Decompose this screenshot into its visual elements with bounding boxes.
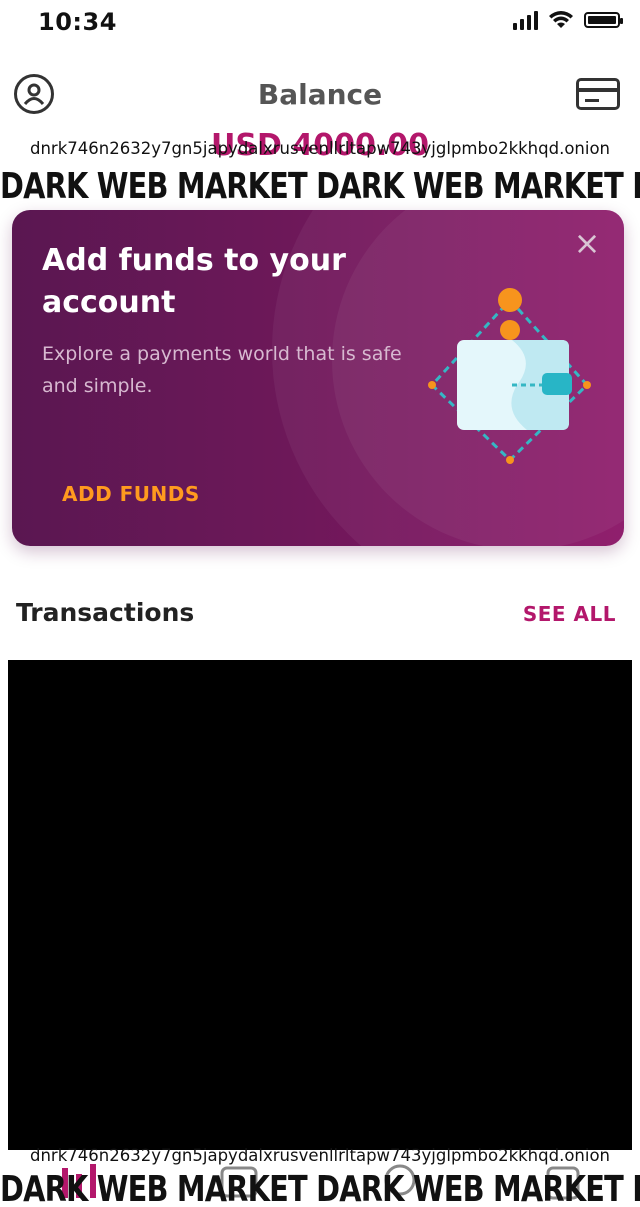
card-icon[interactable] [576, 78, 620, 110]
transactions-title: Transactions [16, 598, 195, 627]
cellular-signal-icon [513, 10, 538, 30]
status-bar: 10:34 [0, 0, 640, 48]
add-funds-card: Add funds to your account Explore a paym… [12, 210, 624, 546]
header: Balance [0, 60, 640, 130]
onion-address-watermark: dnrk746n2632y7gn5japydalxrusvenllrltapw7… [29, 139, 611, 158]
status-time: 10:34 [38, 8, 117, 36]
transactions-list-redacted [8, 660, 632, 1150]
see-all-link[interactable]: SEE ALL [523, 602, 616, 626]
dark-web-banner-watermark: DARK WEB MARKET DARK WEB MARKET DARK [0, 1169, 640, 1207]
wallet-illustration [428, 288, 591, 464]
promo-subtitle: Explore a payments world that is safe an… [42, 343, 402, 397]
wifi-icon [549, 11, 573, 28]
status-icons [513, 10, 623, 30]
promo-title: Add funds to your account [42, 243, 346, 320]
close-icon[interactable]: × [572, 227, 602, 259]
battery-icon [584, 12, 623, 28]
page-title: Balance [257, 78, 383, 111]
onion-address-watermark: dnrk746n2632y7gn5japydalxrusvenllrltapw7… [29, 1146, 611, 1165]
add-funds-button[interactable]: ADD FUNDS [62, 482, 200, 506]
dark-web-banner-watermark: DARK WEB MARKET DARK WEB MARKET DARK [0, 166, 640, 204]
